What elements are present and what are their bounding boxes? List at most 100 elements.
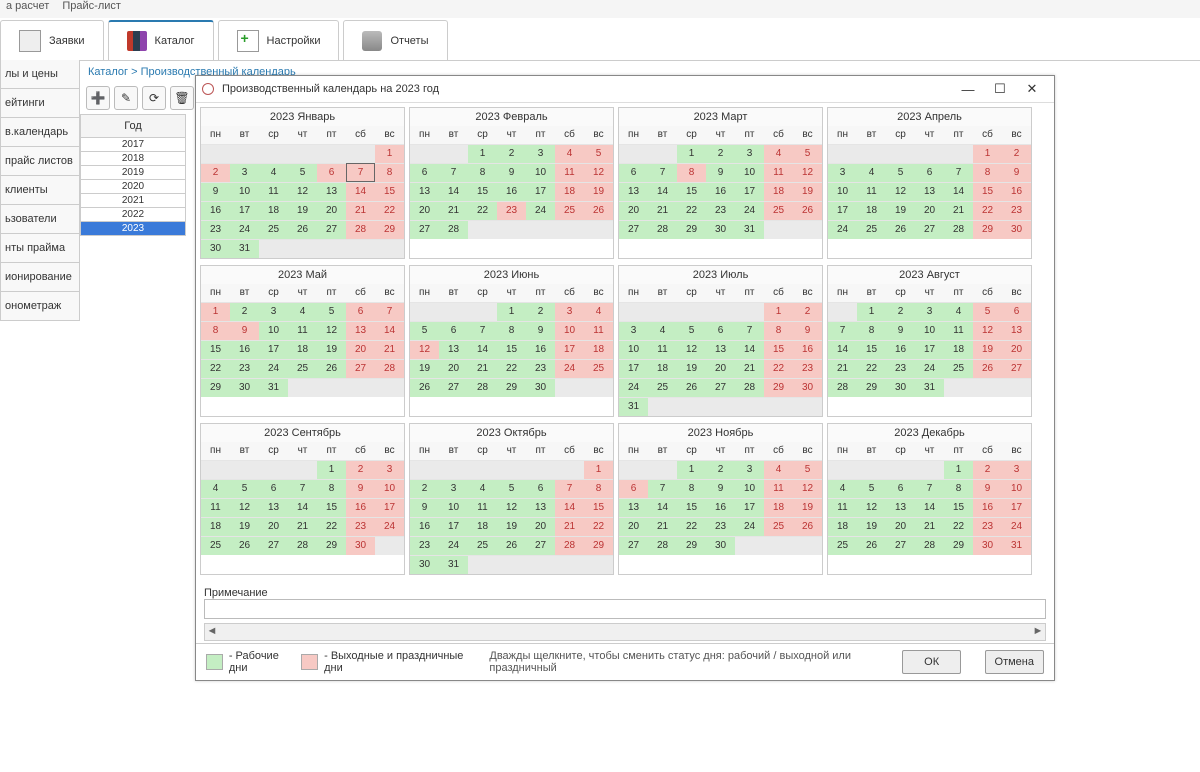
- day-cell[interactable]: 16: [706, 498, 735, 517]
- day-cell[interactable]: 7: [439, 163, 468, 182]
- day-cell[interactable]: 30: [201, 239, 230, 258]
- day-cell[interactable]: 11: [857, 182, 886, 201]
- day-cell[interactable]: 11: [201, 498, 230, 517]
- day-cell[interactable]: 19: [584, 182, 613, 201]
- day-cell[interactable]: 4: [828, 479, 857, 498]
- day-cell[interactable]: 24: [828, 220, 857, 239]
- day-cell[interactable]: 6: [526, 479, 555, 498]
- day-cell[interactable]: 2: [230, 302, 259, 321]
- day-cell[interactable]: 13: [619, 182, 648, 201]
- delete-button[interactable]: 🗑: [170, 86, 194, 110]
- day-cell[interactable]: 16: [793, 340, 822, 359]
- day-cell[interactable]: 17: [735, 182, 764, 201]
- day-cell[interactable]: 7: [288, 479, 317, 498]
- day-cell[interactable]: 3: [735, 144, 764, 163]
- day-cell[interactable]: 21: [915, 517, 944, 536]
- cancel-button[interactable]: Отмена: [985, 650, 1044, 674]
- day-cell[interactable]: 10: [1002, 479, 1031, 498]
- day-cell[interactable]: 25: [201, 536, 230, 555]
- day-cell[interactable]: 27: [619, 220, 648, 239]
- day-cell[interactable]: 24: [230, 220, 259, 239]
- day-cell[interactable]: 1: [944, 460, 973, 479]
- day-cell[interactable]: 15: [764, 340, 793, 359]
- day-cell[interactable]: 30: [973, 536, 1002, 555]
- note-input[interactable]: [204, 599, 1046, 619]
- day-cell[interactable]: 1: [584, 460, 613, 479]
- day-cell[interactable]: 27: [259, 536, 288, 555]
- day-cell[interactable]: 28: [944, 220, 973, 239]
- day-cell[interactable]: 25: [764, 201, 793, 220]
- day-cell[interactable]: 8: [468, 163, 497, 182]
- menu-item[interactable]: а расчет: [6, 0, 49, 12]
- day-cell[interactable]: 5: [973, 302, 1002, 321]
- day-cell[interactable]: 9: [886, 321, 915, 340]
- day-cell[interactable]: 2: [886, 302, 915, 321]
- day-cell[interactable]: 26: [410, 378, 439, 397]
- day-cell[interactable]: 25: [259, 220, 288, 239]
- day-cell[interactable]: 31: [230, 239, 259, 258]
- day-cell[interactable]: 8: [944, 479, 973, 498]
- day-cell[interactable]: 23: [230, 359, 259, 378]
- day-cell[interactable]: 10: [230, 182, 259, 201]
- day-cell[interactable]: 12: [857, 498, 886, 517]
- maximize-button[interactable]: ☐: [984, 79, 1016, 99]
- day-cell[interactable]: 30: [230, 378, 259, 397]
- day-cell[interactable]: 23: [346, 517, 375, 536]
- day-cell[interactable]: 24: [555, 359, 584, 378]
- day-cell[interactable]: 15: [973, 182, 1002, 201]
- day-cell[interactable]: 20: [619, 517, 648, 536]
- day-cell[interactable]: 5: [886, 163, 915, 182]
- day-cell[interactable]: 6: [259, 479, 288, 498]
- day-cell[interactable]: 16: [410, 517, 439, 536]
- day-cell[interactable]: 18: [828, 517, 857, 536]
- day-cell[interactable]: 9: [346, 479, 375, 498]
- day-cell[interactable]: 26: [288, 220, 317, 239]
- day-cell[interactable]: 17: [915, 340, 944, 359]
- day-cell[interactable]: 1: [677, 460, 706, 479]
- day-cell[interactable]: 6: [410, 163, 439, 182]
- day-cell[interactable]: 9: [526, 321, 555, 340]
- day-cell[interactable]: 22: [677, 517, 706, 536]
- day-cell[interactable]: 19: [677, 359, 706, 378]
- day-cell[interactable]: 8: [764, 321, 793, 340]
- day-cell[interactable]: 23: [497, 201, 526, 220]
- day-cell[interactable]: 8: [973, 163, 1002, 182]
- day-cell[interactable]: 18: [764, 498, 793, 517]
- day-cell[interactable]: 26: [497, 536, 526, 555]
- day-cell[interactable]: 15: [944, 498, 973, 517]
- day-cell[interactable]: 8: [857, 321, 886, 340]
- day-cell[interactable]: 9: [706, 163, 735, 182]
- day-cell[interactable]: 27: [317, 220, 346, 239]
- day-cell[interactable]: 2: [973, 460, 1002, 479]
- day-cell[interactable]: 9: [201, 182, 230, 201]
- day-cell[interactable]: 9: [706, 479, 735, 498]
- day-cell[interactable]: 22: [201, 359, 230, 378]
- minimize-button[interactable]: —: [952, 79, 984, 99]
- day-cell[interactable]: 18: [288, 340, 317, 359]
- day-cell[interactable]: 17: [619, 359, 648, 378]
- tab-Настройки[interactable]: Настройки: [218, 20, 340, 60]
- day-cell[interactable]: 24: [619, 378, 648, 397]
- day-cell[interactable]: 17: [439, 517, 468, 536]
- day-cell[interactable]: 30: [410, 555, 439, 574]
- day-cell[interactable]: 4: [764, 460, 793, 479]
- day-cell[interactable]: 10: [555, 321, 584, 340]
- day-cell[interactable]: 8: [677, 163, 706, 182]
- year-row[interactable]: 2023: [80, 222, 186, 236]
- tab-Каталог[interactable]: Каталог: [108, 20, 214, 60]
- day-cell[interactable]: 5: [230, 479, 259, 498]
- day-cell[interactable]: 27: [526, 536, 555, 555]
- day-cell[interactable]: 13: [439, 340, 468, 359]
- day-cell[interactable]: 15: [497, 340, 526, 359]
- day-cell[interactable]: 6: [619, 163, 648, 182]
- day-cell[interactable]: 28: [735, 378, 764, 397]
- day-cell[interactable]: 11: [648, 340, 677, 359]
- day-cell[interactable]: 12: [973, 321, 1002, 340]
- day-cell[interactable]: 6: [1002, 302, 1031, 321]
- day-cell[interactable]: 17: [259, 340, 288, 359]
- day-cell[interactable]: 22: [375, 201, 404, 220]
- day-cell[interactable]: 18: [584, 340, 613, 359]
- day-cell[interactable]: 28: [468, 378, 497, 397]
- add-button[interactable]: ➕: [86, 86, 110, 110]
- day-cell[interactable]: 9: [1002, 163, 1031, 182]
